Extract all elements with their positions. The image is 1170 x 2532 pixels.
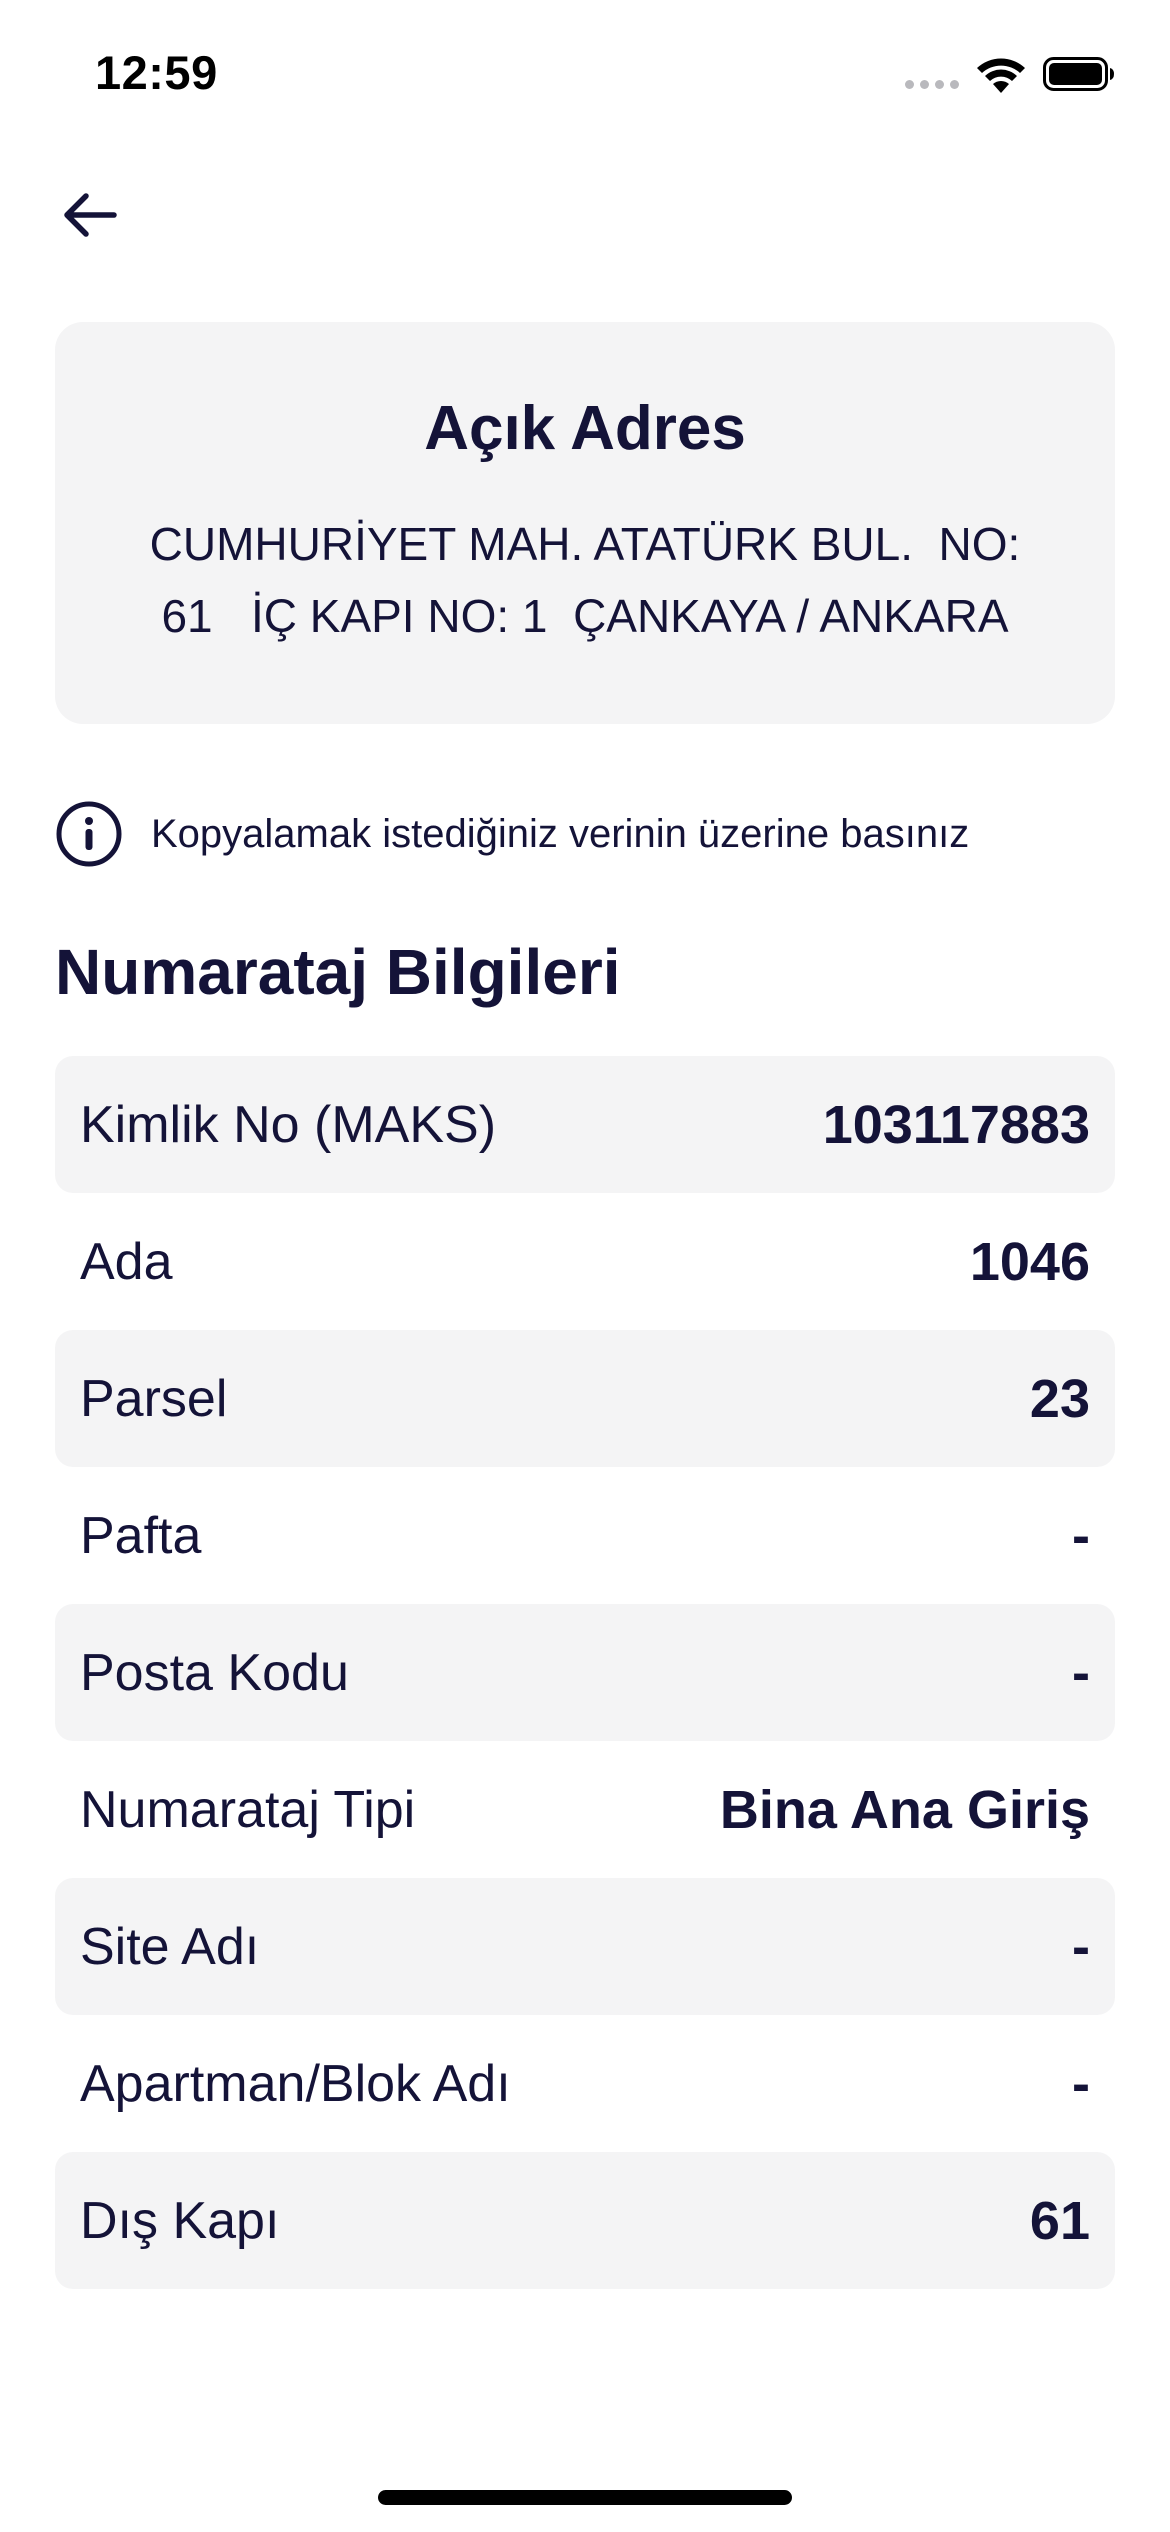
home-indicator[interactable] bbox=[378, 2490, 792, 2505]
wifi-icon bbox=[977, 58, 1025, 93]
row-posta-kodu[interactable]: Posta Kodu - bbox=[55, 1604, 1115, 1741]
row-value[interactable]: 1046 bbox=[970, 1231, 1090, 1293]
row-label: Site Adı bbox=[80, 1917, 260, 1976]
row-label: Posta Kodu bbox=[80, 1643, 349, 1702]
arrow-left-icon bbox=[64, 193, 117, 237]
row-label: Parsel bbox=[80, 1369, 228, 1428]
row-numarataj-tipi[interactable]: Numarataj Tipi Bina Ana Giriş bbox=[55, 1741, 1115, 1878]
row-value[interactable]: - bbox=[1072, 1642, 1090, 1704]
battery-icon bbox=[1043, 57, 1114, 91]
row-label: Dış Kapı bbox=[80, 2191, 280, 2250]
row-label: Numarataj Tipi bbox=[80, 1780, 416, 1839]
status-bar: 12:59 bbox=[0, 0, 1170, 150]
cellular-signal-icon bbox=[905, 80, 959, 89]
numarataj-table: Kimlik No (MAKS) 103117883 Ada 1046 Pars… bbox=[55, 1056, 1115, 2289]
row-apartman-blok-adi[interactable]: Apartman/Blok Adı - bbox=[55, 2015, 1115, 2152]
address-card[interactable]: Açık Adres CUMHURİYET MAH. ATATÜRK BUL. … bbox=[55, 322, 1115, 724]
info-icon bbox=[56, 801, 122, 867]
status-time: 12:59 bbox=[95, 46, 218, 99]
row-site-adi[interactable]: Site Adı - bbox=[55, 1878, 1115, 2015]
row-parsel[interactable]: Parsel 23 bbox=[55, 1330, 1115, 1467]
row-label: Apartman/Blok Adı bbox=[80, 2054, 511, 2113]
row-value[interactable]: 61 bbox=[1030, 2190, 1090, 2252]
address-title: Açık Adres bbox=[424, 394, 746, 463]
row-value[interactable]: Bina Ana Giriş bbox=[720, 1779, 1090, 1841]
row-label: Kimlik No (MAKS) bbox=[80, 1095, 497, 1154]
row-label: Ada bbox=[80, 1232, 173, 1291]
row-value[interactable]: 23 bbox=[1030, 1368, 1090, 1430]
copy-hint-text: Kopyalamak istediğiniz verinin üzerine b… bbox=[151, 811, 970, 856]
row-label: Pafta bbox=[80, 1506, 202, 1565]
back-button[interactable] bbox=[55, 180, 125, 250]
row-pafta[interactable]: Pafta - bbox=[55, 1467, 1115, 1604]
row-value[interactable]: 103117883 bbox=[823, 1094, 1090, 1156]
row-value[interactable]: - bbox=[1072, 2053, 1090, 2115]
row-dis-kapi[interactable]: Dış Kapı 61 bbox=[55, 2152, 1115, 2289]
row-value[interactable]: - bbox=[1072, 1916, 1090, 1978]
address-text[interactable]: CUMHURİYET MAH. ATATÜRK BUL. NO: 61 İÇ K… bbox=[105, 508, 1065, 652]
row-value[interactable]: - bbox=[1072, 1505, 1090, 1567]
row-kimlik-no[interactable]: Kimlik No (MAKS) 103117883 bbox=[55, 1056, 1115, 1193]
row-ada[interactable]: Ada 1046 bbox=[55, 1193, 1115, 1330]
copy-hint: Kopyalamak istediğiniz verinin üzerine b… bbox=[55, 798, 1115, 870]
section-title: Numarataj Bilgileri bbox=[55, 936, 621, 1008]
